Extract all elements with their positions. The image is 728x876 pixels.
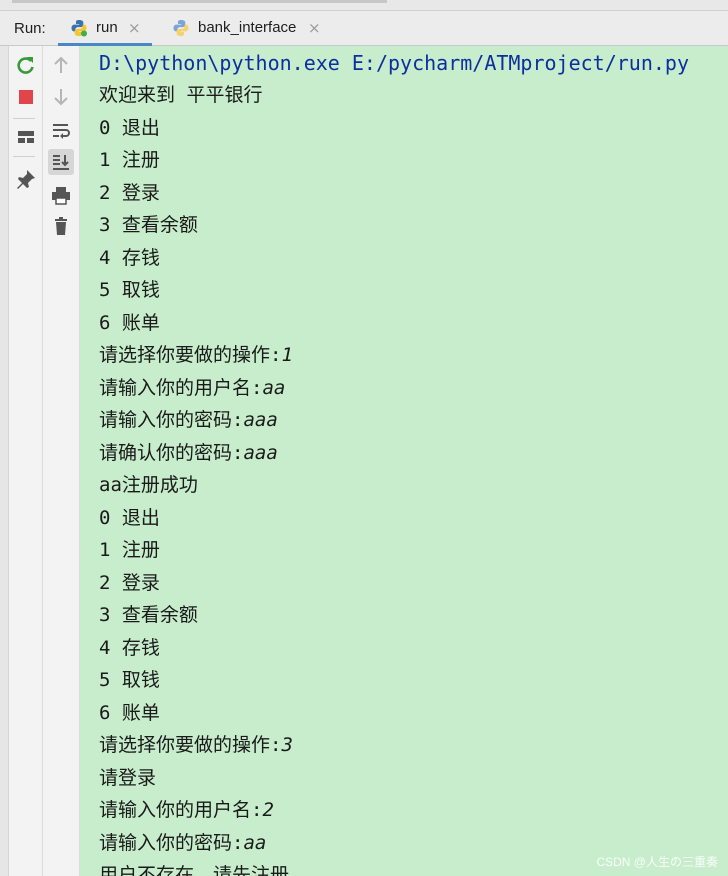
run-toolbar-secondary [43,46,80,876]
python-icon [173,20,189,36]
console-line: 请输入你的用户名:aa [99,373,285,403]
trash-icon[interactable] [48,213,74,239]
close-icon[interactable]: × [308,19,321,37]
console-line-text: 3 查看余额 [99,604,198,626]
console-line: 0 退出 [99,113,160,143]
tab-run[interactable]: run × [58,11,152,46]
console-line-text: 6 账单 [99,311,160,334]
run-label: Run: [14,20,46,37]
console-output[interactable]: D:\python\python.exe E:/pycharm/ATMproje… [80,46,728,876]
console-line: 3 查看余额 [99,210,198,240]
console-line-text: 请输入你的密码: [99,409,244,431]
pin-icon[interactable] [13,166,39,192]
run-tab-bar: Run: run × bank_interface × [0,11,728,46]
console-line-text: 请登录 [99,766,157,789]
console-line-text: 6 账单 [99,701,160,724]
console-line-text: aa注册成功 [99,474,198,496]
console-line-text: 2 登录 [99,181,160,204]
window-top-strip [0,0,728,11]
console-line-text: 0 退出 [99,506,160,529]
run-toolbar-primary [9,46,43,876]
console-line: 请确认你的密码:aaa [99,438,278,468]
console-line-text: 请选择你要做的操作: [99,734,282,756]
tab-bank-interface-label: bank_interface [198,19,297,36]
console-user-input: 3 [281,734,293,756]
outer-gutter [0,46,9,876]
console-line: 请输入你的用户名:2 [99,795,274,825]
console-line: 请选择你要做的操作:3 [99,730,293,760]
console-line: 4 存钱 [99,633,160,663]
run-tool-window: Run: run × bank_interface × D:\python\py… [0,0,728,876]
console-line-text: 0 退出 [99,116,160,139]
console-line-text: 请输入你的用户名: [99,799,263,821]
console-line: aa注册成功 [99,470,198,500]
watermark: CSDN @人生の三重奏 [596,855,718,869]
console-line: 请输入你的密码:aa [99,828,266,858]
console-line: 欢迎来到 平平银行 [99,80,262,110]
console-line: 用户不存在，请先注册 [99,860,289,876]
arrow-down-icon[interactable] [48,84,74,110]
console-line-text: 3 查看余额 [99,214,198,236]
scroll-to-end-icon[interactable] [48,149,74,175]
console-line-text: 1 注册 [99,149,160,171]
console-line-text: 请输入你的用户名: [99,376,263,399]
toolbar-separator [13,118,35,119]
command-line: D:\python\python.exe E:/pycharm/ATMproje… [99,51,690,75]
console-line: 0 退出 [99,503,160,533]
tab-bank-interface[interactable]: bank_interface × [160,11,330,45]
console-line: 2 登录 [99,568,160,598]
console-line: 5 取钱 [99,275,160,305]
soft-wrap-icon[interactable] [48,118,74,144]
console-user-input: aa [262,376,286,399]
console-user-input: 1 [281,344,293,366]
console-line: 2 登录 [99,178,160,208]
console-line: 6 账单 [99,308,160,338]
console-line: 请选择你要做的操作:1 [99,340,293,370]
console-line: 5 取钱 [99,665,160,695]
console-line: 3 查看余额 [99,600,198,630]
console-line-text: 4 存钱 [99,636,160,659]
layout-icon[interactable] [13,124,39,150]
console-line: 1 注册 [99,145,160,175]
console-line-text: 2 登录 [99,571,160,594]
console-user-input: 2 [262,799,274,821]
console-line-text: 用户不存在，请先注册 [99,864,290,876]
toolbar-separator [13,156,35,157]
print-icon[interactable] [48,182,74,208]
console-line-text: 1 注册 [99,539,160,561]
close-icon[interactable]: × [128,19,141,37]
console-line-text: 请选择你要做的操作: [99,344,282,366]
tab-run-label: run [96,19,118,36]
console-line-text: 4 存钱 [99,246,160,269]
stop-icon[interactable] [13,84,39,110]
console-user-input: aa [243,831,267,854]
rerun-icon[interactable] [13,52,39,78]
console-line: 4 存钱 [99,243,160,273]
arrow-up-icon[interactable] [48,52,74,78]
console-line-text: 5 取钱 [99,279,160,301]
top-edge [12,0,387,3]
console-line-text: 请确认你的密码: [99,441,244,464]
console-line: 6 账单 [99,698,160,728]
console-user-input: aaa [243,441,278,464]
console-line: 请登录 [99,763,156,793]
console-line-text: 5 取钱 [99,669,160,691]
console-line-text: 欢迎来到 平平银行 [99,84,263,106]
console-line-text: 请输入你的密码: [99,831,244,854]
console-line: 请输入你的密码:aaa [99,405,278,435]
console-user-input: aaa [243,409,278,431]
console-line: 1 注册 [99,535,160,565]
python-icon [71,20,87,37]
